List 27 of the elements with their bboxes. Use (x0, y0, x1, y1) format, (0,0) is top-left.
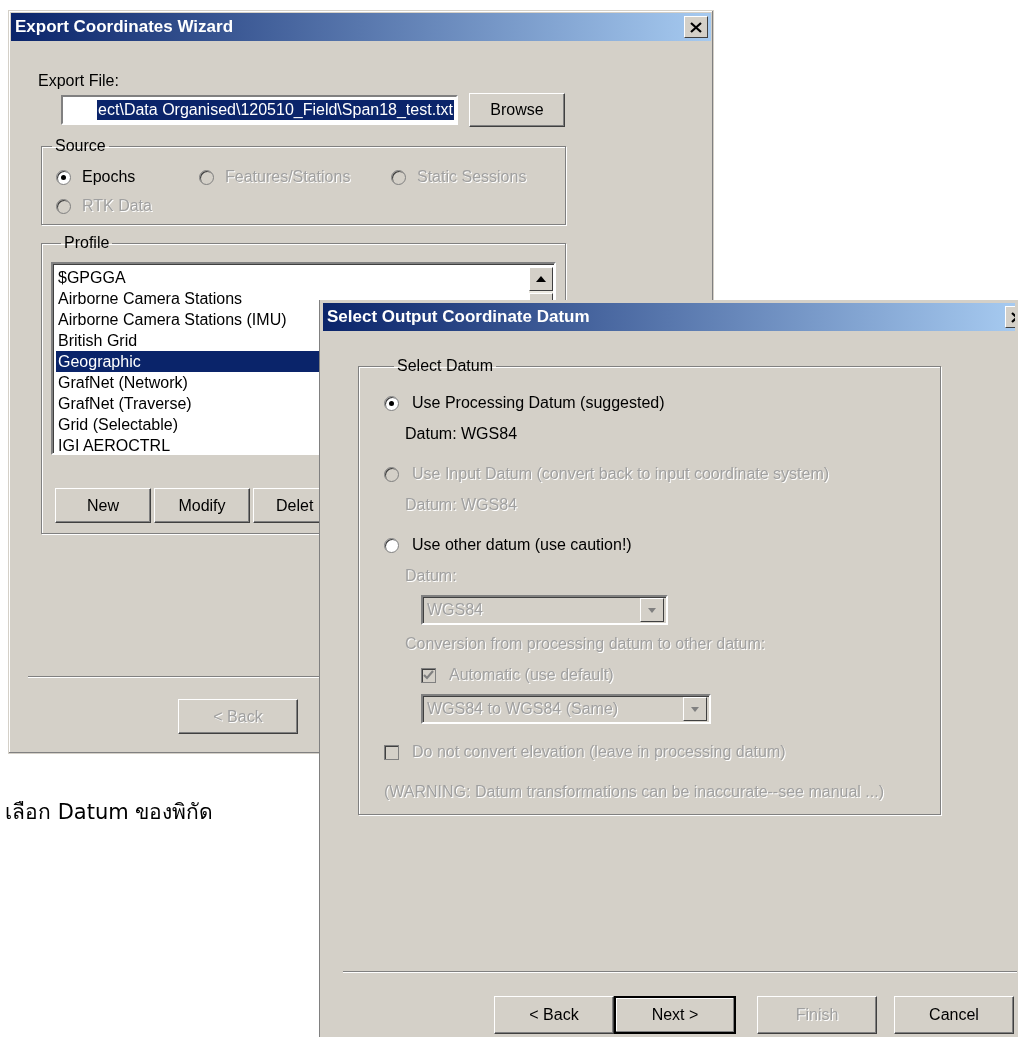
button[interactable]: Cancel (894, 996, 1014, 1034)
caption: เลือก Datum ของพิกัด (5, 799, 214, 826)
group-label: Select Datum (396, 357, 495, 375)
group-label: Source (54, 137, 107, 155)
list-item[interactable]: Airborne Camera Stations (56, 288, 529, 309)
button[interactable]: Modify (154, 488, 250, 523)
caret-icon (691, 706, 699, 712)
radio-button[interactable] (384, 395, 399, 411)
list-item[interactable]: $GPGGA (56, 267, 529, 288)
field-label: Export File: (38, 71, 119, 91)
browse-button[interactable]: Browse (469, 93, 565, 127)
label-text: Datum: WGS84 (405, 424, 518, 444)
up-arrow-icon (536, 276, 546, 282)
window-title: Export Coordinates Wizard (14, 17, 235, 37)
radio-label: Use Processing Datum (suggested) (412, 393, 665, 413)
close-icon (689, 20, 703, 34)
caret-icon (648, 607, 656, 613)
close-button[interactable] (684, 16, 708, 38)
group-label: Profile (63, 234, 111, 252)
button[interactable]: < Back (494, 996, 614, 1034)
radio-label: Epochs (82, 167, 136, 187)
radio-button[interactable] (384, 537, 399, 553)
radio-label: Use other datum (use caution!) (412, 535, 632, 555)
button[interactable]: Next > (614, 996, 736, 1034)
window-title: Select Output Coordinate Datum (326, 307, 591, 327)
button[interactable]: New (55, 488, 151, 523)
file-path-field[interactable]: ect\Data Organised\120510_Field\Span18_test.txt (61, 95, 458, 125)
